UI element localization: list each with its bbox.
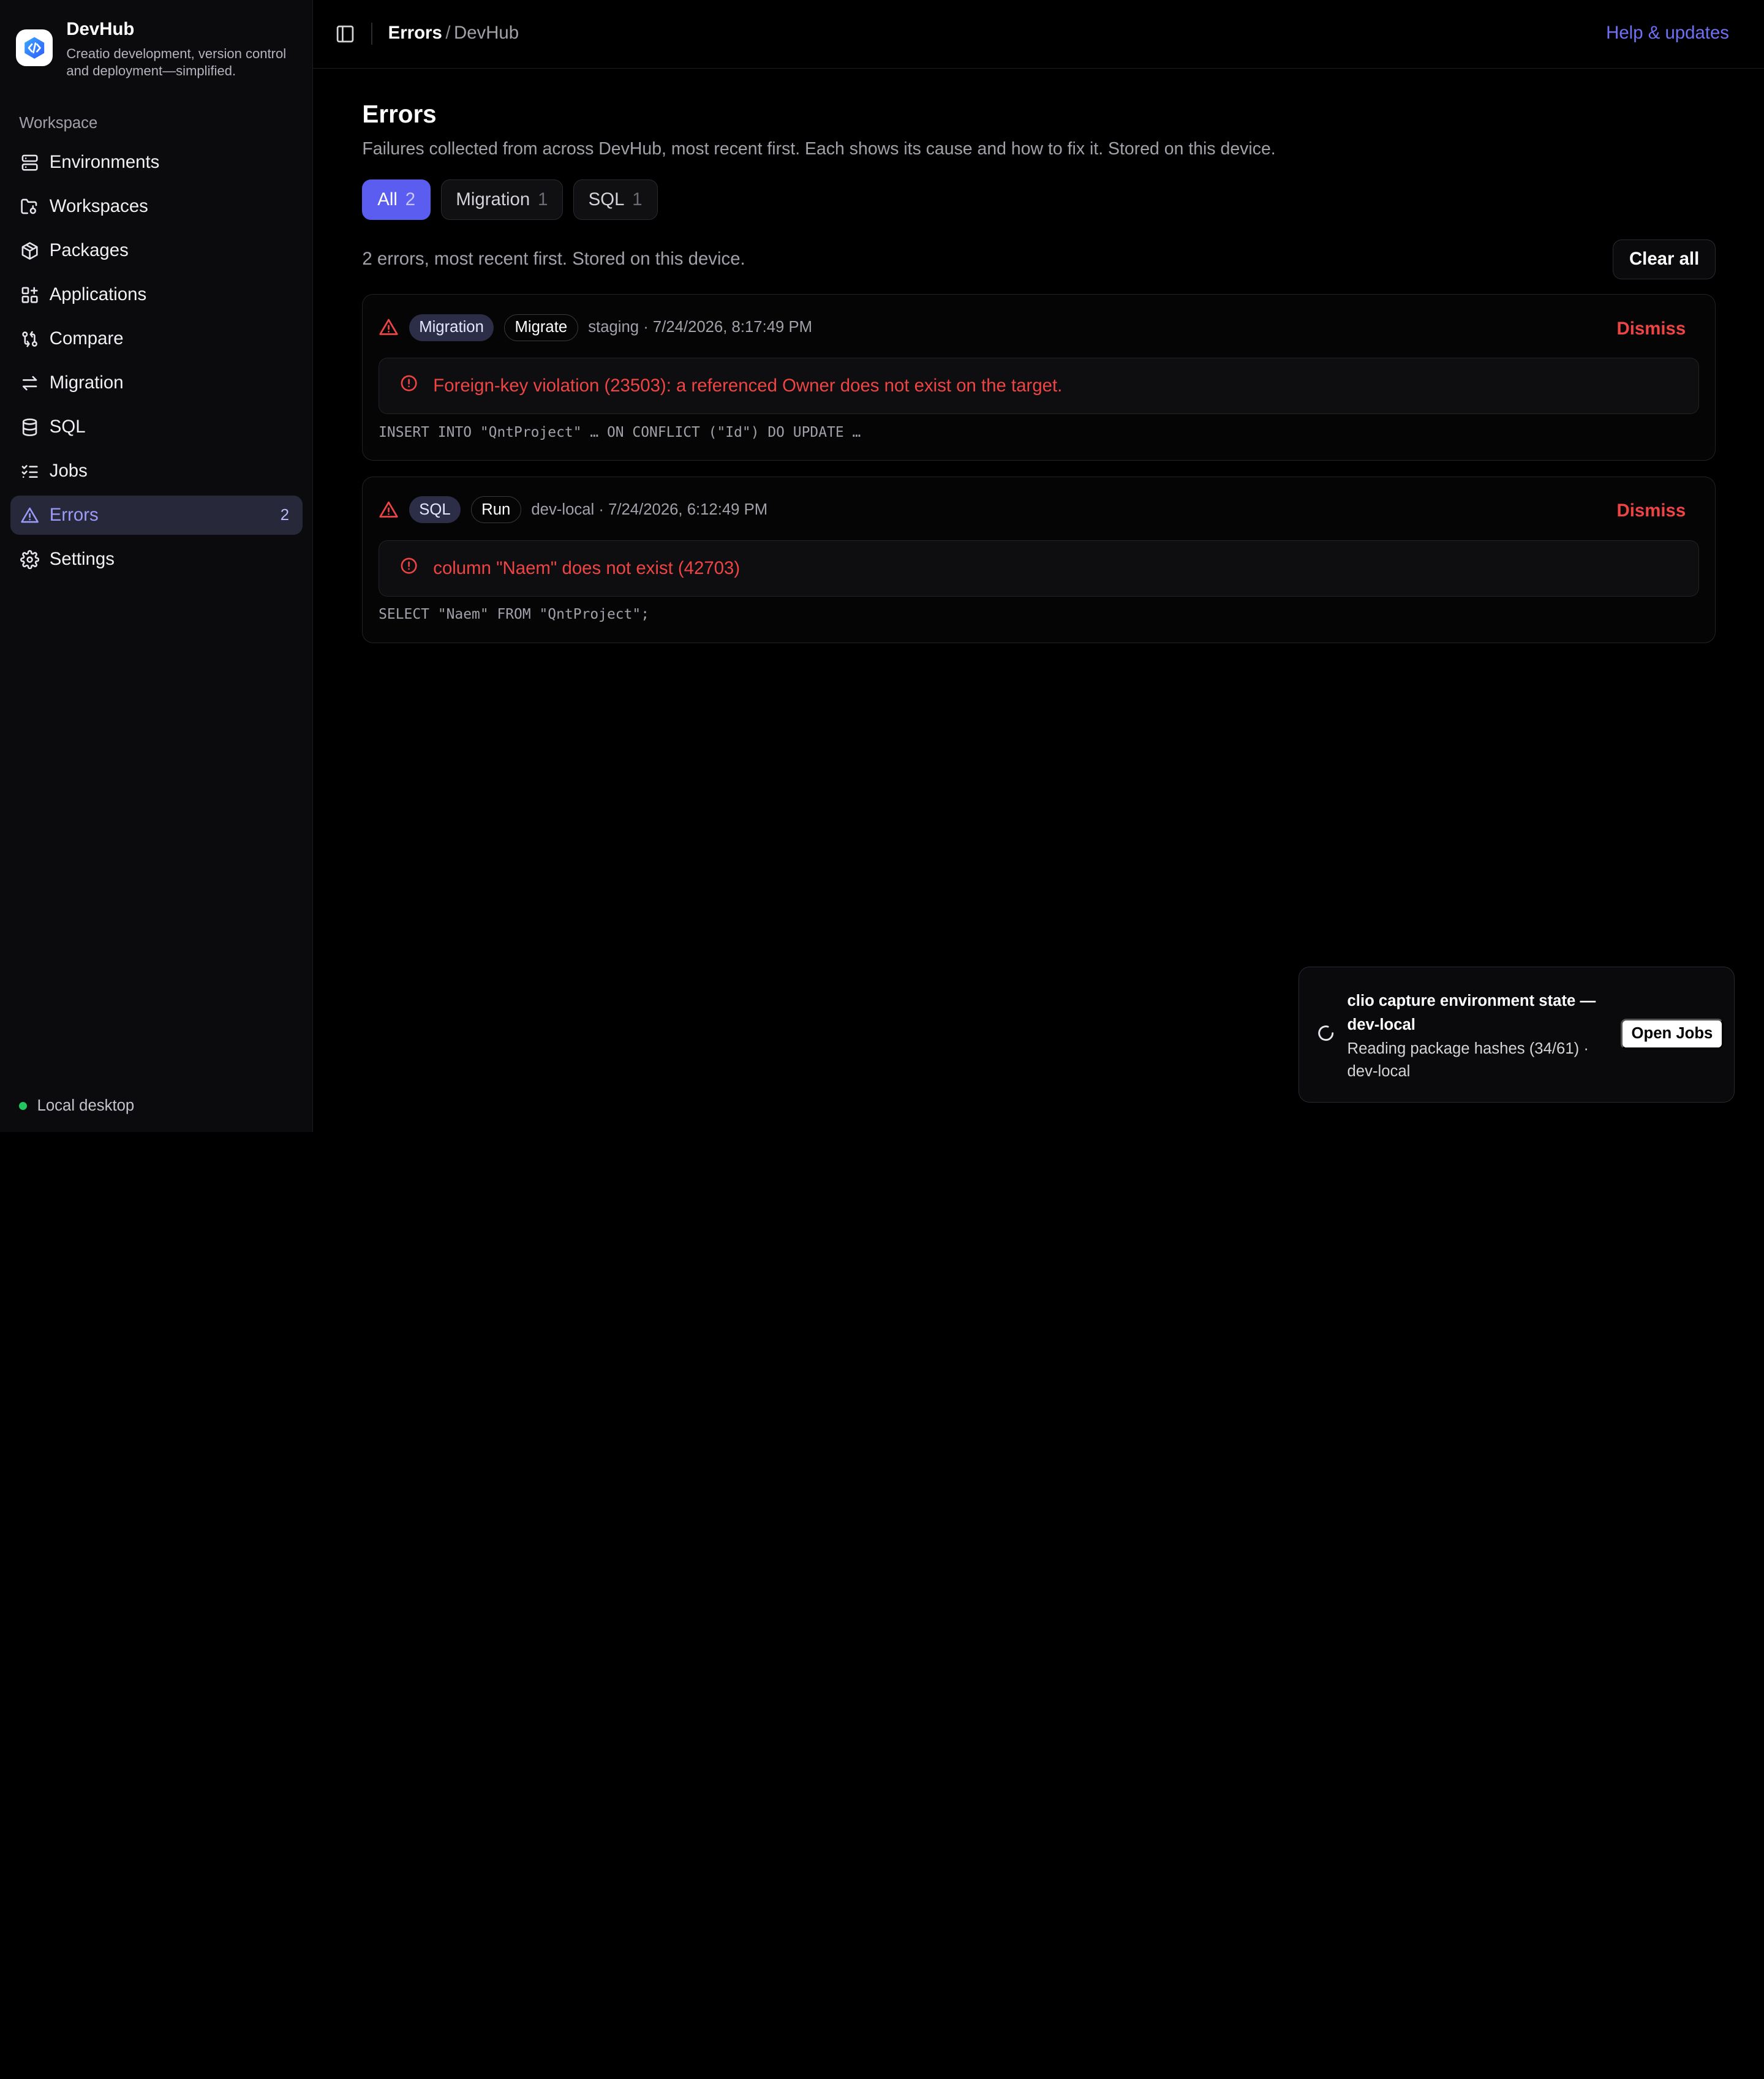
devhub-logo-icon xyxy=(15,29,53,67)
filter-tabs: All 2 Migration 1 SQL 1 xyxy=(362,179,1716,221)
error-kind-badge: SQL xyxy=(409,496,461,524)
sidebar-item-settings[interactable]: Settings xyxy=(10,540,303,579)
filter-label: SQL xyxy=(588,189,625,210)
sidebar-item-label: Environments xyxy=(49,152,160,173)
sidebar-toggle-icon[interactable] xyxy=(335,24,355,44)
summary-row: 2 errors, most recent first. Stored on t… xyxy=(362,239,1716,279)
toast-body: Reading package hashes (34/61) · dev-loc… xyxy=(1347,1040,1589,1081)
sidebar-item-applications[interactable]: Applications xyxy=(10,275,303,314)
sidebar-item-environments[interactable]: Environments xyxy=(10,143,303,182)
breadcrumb: Errors / DevHub xyxy=(388,23,519,43)
filter-count: 2 xyxy=(405,189,416,210)
arrows-swap-icon xyxy=(20,374,39,393)
help-updates-link[interactable]: Help & updates xyxy=(1606,23,1729,43)
filter-sql[interactable]: SQL 1 xyxy=(573,179,658,221)
status-dot-icon xyxy=(19,1101,28,1110)
filter-count: 1 xyxy=(632,189,643,210)
job-progress-toast: clio capture environment state — dev-loc… xyxy=(1298,966,1735,1103)
error-code-snippet: INSERT INTO "QntProject" … ON CONFLICT (… xyxy=(379,424,861,440)
error-message-box: column "Naem" does not exist (42703) xyxy=(379,540,1700,597)
server-icon xyxy=(20,153,39,172)
dismiss-button[interactable]: Dismiss xyxy=(1617,319,1686,339)
error-card-header: SQL Run dev-local · 7/24/2026, 6:12:49 P… xyxy=(379,493,1699,527)
sidebar-item-label: Workspaces xyxy=(49,196,148,217)
error-code-snippet: SELECT "Naem" FROM "QntProject"; xyxy=(379,606,650,623)
package-icon xyxy=(20,241,39,260)
sidebar-item-label: Compare xyxy=(49,328,124,349)
sidebar-item-workspaces[interactable]: Workspaces xyxy=(10,187,303,226)
warning-icon xyxy=(379,500,399,520)
sidebar-item-jobs[interactable]: Jobs xyxy=(10,451,303,491)
sidebar-nav: Environments Workspaces Packages Applica… xyxy=(10,143,303,584)
sidebar-item-migration[interactable]: Migration xyxy=(10,363,303,402)
alert-circle-icon xyxy=(399,556,418,580)
page-description: Failures collected from across DevHub, m… xyxy=(362,138,1276,159)
sidebar: DevHub Creatio development, version cont… xyxy=(0,0,313,1132)
error-message-box: Foreign-key violation (23503): a referen… xyxy=(379,358,1700,414)
sidebar-item-compare[interactable]: Compare xyxy=(10,319,303,358)
sidebar-item-label: Migration xyxy=(49,372,124,393)
open-jobs-button[interactable]: Open Jobs xyxy=(1620,1019,1724,1049)
app-window: DevHub Creatio development, version cont… xyxy=(0,0,1764,1132)
main-panel: Errors / DevHub Help & updates Errors Fail… xyxy=(312,0,1764,1132)
filter-count: 1 xyxy=(538,189,548,210)
filter-all[interactable]: All 2 xyxy=(362,179,431,221)
error-meta: staging · 7/24/2026, 8:17:49 PM xyxy=(588,319,813,336)
error-operation-badge: Migrate xyxy=(503,314,578,341)
filter-label: All xyxy=(377,189,398,210)
errors-summary: 2 errors, most recent first. Stored on t… xyxy=(362,249,745,270)
loading-spinner-icon xyxy=(1317,1024,1335,1042)
breadcrumb-parent[interactable]: DevHub xyxy=(454,23,519,43)
error-card: Migration Migrate staging · 7/24/2026, 8… xyxy=(362,294,1716,461)
sidebar-item-label: Settings xyxy=(49,549,115,570)
filter-label: Migration xyxy=(456,189,530,210)
filter-migration[interactable]: Migration 1 xyxy=(440,179,564,221)
connection-status: Local desktop xyxy=(19,1097,134,1115)
sidebar-item-label: Errors xyxy=(49,505,99,526)
topbar-divider xyxy=(371,22,372,45)
topbar: Errors / DevHub Help & updates xyxy=(312,0,1764,69)
gear-icon xyxy=(20,549,40,569)
error-card-header: Migration Migrate staging · 7/24/2026, 8… xyxy=(379,311,1699,344)
sidebar-section-label: Workspace xyxy=(19,115,98,132)
list-checks-icon xyxy=(20,462,39,481)
error-operation-badge: Run xyxy=(470,496,521,524)
dismiss-button[interactable]: Dismiss xyxy=(1617,500,1686,521)
breadcrumb-separator: / xyxy=(445,22,451,43)
grid-plus-icon xyxy=(20,285,39,304)
page-title: Errors xyxy=(362,100,437,129)
breadcrumb-current: Errors xyxy=(388,22,442,43)
warning-icon xyxy=(379,317,399,338)
brand-tagline: Creatio development, version control and… xyxy=(66,46,287,78)
git-compare-icon xyxy=(20,330,39,349)
connection-status-label: Local desktop xyxy=(37,1096,135,1114)
error-card: SQL Run dev-local · 7/24/2026, 6:12:49 P… xyxy=(362,476,1716,643)
clear-all-button[interactable]: Clear all xyxy=(1613,240,1716,279)
toast-title: clio capture environment state — dev-loc… xyxy=(1347,992,1596,1034)
brand-name: DevHub xyxy=(66,19,135,40)
sidebar-item-label: Applications xyxy=(49,284,147,305)
sidebar-item-label: SQL xyxy=(49,417,86,437)
errors-page: Errors Failures collected from across De… xyxy=(362,100,1716,643)
error-message: column "Naem" does not exist (42703) xyxy=(433,557,741,578)
error-kind-badge: Migration xyxy=(409,314,494,341)
sidebar-item-errors[interactable]: Errors 2 xyxy=(10,496,303,535)
sidebar-item-packages[interactable]: Packages xyxy=(10,231,303,270)
sidebar-item-label: Jobs xyxy=(49,461,88,481)
error-message: Foreign-key violation (23503): a referen… xyxy=(433,375,1063,396)
sidebar-item-label: Packages xyxy=(49,240,129,261)
errors-count-badge: 2 xyxy=(280,506,290,524)
database-icon xyxy=(20,418,39,437)
brand: DevHub Creatio development, version cont… xyxy=(15,18,297,79)
sidebar-item-sql[interactable]: SQL xyxy=(10,407,303,447)
alert-circle-icon xyxy=(399,374,418,398)
warning-icon xyxy=(20,506,39,525)
folder-git-icon xyxy=(20,197,39,216)
error-meta: dev-local · 7/24/2026, 6:12:49 PM xyxy=(531,500,768,518)
